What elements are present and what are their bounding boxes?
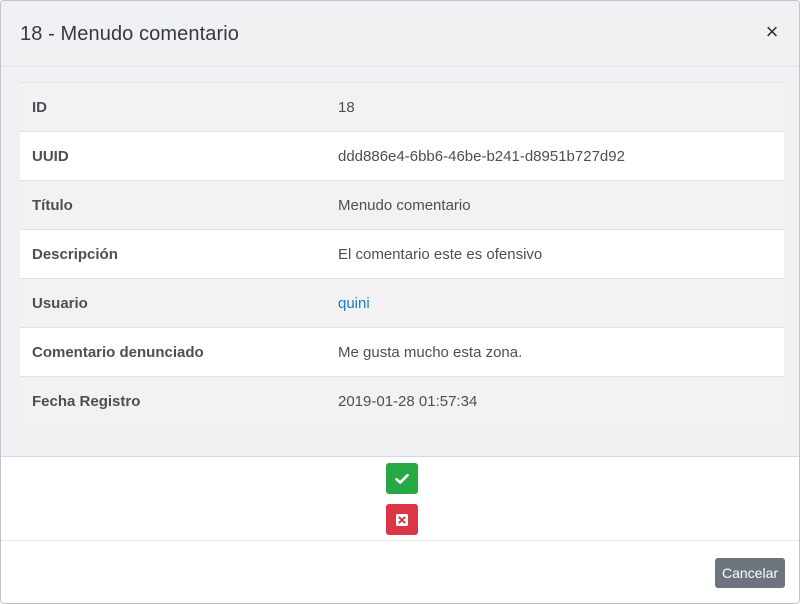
detail-table: ID 18 UUID ddd886e4-6bb6-46be-b241-d8951… [20, 82, 784, 425]
row-label: ID [20, 82, 314, 132]
row-label: Descripción [20, 229, 314, 279]
table-row-titulo: Título Menudo comentario [20, 180, 784, 230]
reject-button[interactable] [386, 504, 418, 535]
approve-button[interactable] [386, 463, 418, 494]
check-icon [395, 473, 409, 484]
row-label: Comentario denunciado [20, 327, 314, 377]
row-label: Usuario [20, 278, 314, 328]
modal-title: 18 - Menudo comentario [20, 23, 239, 45]
table-row-descripcion: Descripción El comentario este es ofensi… [20, 229, 784, 279]
row-value: ddd886e4-6bb6-46be-b241-d8951b727d92 [314, 131, 784, 181]
cancel-button[interactable]: Cancelar [715, 558, 785, 588]
table-row-fecha: Fecha Registro 2019-01-28 01:57:34 [20, 376, 784, 425]
row-value: 2019-01-28 01:57:34 [314, 376, 784, 425]
row-label: Título [20, 180, 314, 230]
row-value: Me gusta mucho esta zona. [314, 327, 784, 377]
report-detail-modal: 18 - Menudo comentario × ID 18 UUID ddd8… [0, 0, 800, 604]
times-square-icon [396, 513, 408, 526]
table-row-uuid: UUID ddd886e4-6bb6-46be-b241-d8951b727d9… [20, 131, 784, 181]
row-label: UUID [20, 131, 314, 181]
close-icon[interactable]: × [761, 21, 783, 45]
row-value: Menudo comentario [314, 180, 784, 230]
row-label: Fecha Registro [20, 376, 314, 425]
modal-body: ID 18 UUID ddd886e4-6bb6-46be-b241-d8951… [1, 67, 799, 457]
row-value: El comentario este es ofensivo [314, 229, 784, 279]
table-row-id: ID 18 [20, 82, 784, 132]
modal-header: 18 - Menudo comentario × [1, 1, 799, 67]
row-value: 18 [314, 82, 784, 132]
table-row-usuario: Usuario quini [20, 278, 784, 328]
table-row-comentario: Comentario denunciado Me gusta mucho est… [20, 327, 784, 377]
footer-divider [1, 540, 799, 541]
user-link[interactable]: quini [338, 295, 370, 312]
row-value: quini [314, 278, 784, 328]
